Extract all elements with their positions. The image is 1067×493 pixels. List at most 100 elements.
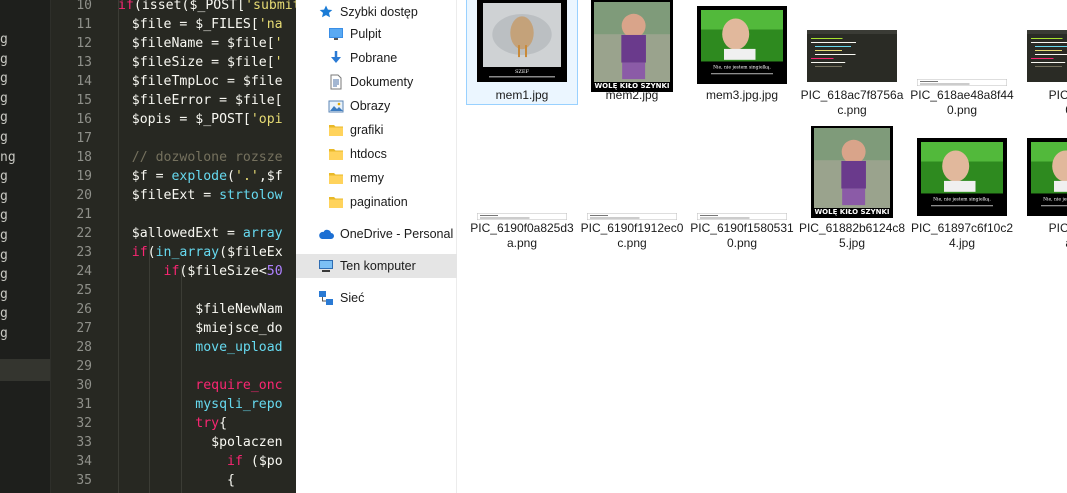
file-view[interactable]: SZEF mem1.jpg WOLĘ KIŁO SZYNKI mem2.jpg N…	[457, 0, 1067, 493]
file-tile[interactable]: PIC_6190f1912ec0c.png	[577, 124, 687, 250]
download-icon	[328, 50, 344, 66]
code-token: strtolow	[219, 188, 283, 203]
code-token: 'opi	[250, 112, 283, 127]
file-name: PIC_618	[1048, 221, 1067, 235]
file-tree-item[interactable]: ng	[0, 148, 50, 168]
nav-item-label: memy	[350, 171, 385, 185]
file-name: PIC_618ac7f8756ac.png	[800, 88, 904, 117]
code-token: require_onc	[100, 378, 283, 393]
code-line: $fileNewNam	[100, 300, 283, 319]
file-tile[interactable]: PIC_6180e	[1017, 0, 1067, 117]
nav-item-szybki-dostęp[interactable]: Szybki dostęp	[296, 0, 475, 24]
line-number: 28	[76, 340, 92, 355]
file-tree-item[interactable]: g	[0, 89, 50, 109]
file-tree-item[interactable]: g	[0, 69, 50, 89]
line-number: 32	[76, 416, 92, 431]
nav-item-label: OneDrive - Personal	[340, 227, 454, 241]
file-tree-item[interactable]: g	[0, 108, 50, 128]
file-tree-item[interactable]: g	[0, 246, 50, 266]
line-number: 15	[76, 93, 92, 108]
desktop-icon	[328, 26, 344, 42]
code-token: '.'	[235, 169, 259, 184]
code-line: if(isset($_POST['submit	[118, 0, 296, 15]
code-line: $polaczen	[100, 433, 283, 452]
file-tree-item[interactable]: g	[0, 167, 50, 187]
code-editor[interactable]: g g g g g g ng g g g g g g g g g 10 11 12 13 14 15 16 17 18 19 20…	[0, 0, 296, 493]
line-number: 20	[76, 188, 92, 203]
file-tree-item[interactable]: g	[0, 226, 50, 246]
svg-text:Nie, nie jestem singielką.: Nie, nie jestem singielką.	[933, 196, 991, 202]
code-token: // dozwolone rozsze	[100, 150, 283, 165]
cloud-icon	[318, 226, 334, 242]
code-token: in_array	[155, 245, 220, 260]
file-tile[interactable]: Nie, nie jestem singielką. mem3.jpg.jpg	[687, 0, 797, 104]
code-token: mysqli_repo	[100, 397, 283, 412]
svg-text:Nie, nie jestem singielką.: Nie, nie jestem singielką.	[713, 64, 771, 70]
file-tile[interactable]: WOLĘ KIŁO SZYNKI PIC_61882b6124c85.jpg	[797, 124, 907, 250]
code-token: if	[227, 454, 243, 469]
file-tree-item[interactable]: g	[0, 187, 50, 207]
pictures-icon	[328, 98, 344, 114]
file-tile[interactable]: PIC_6190f0a825d3a.png	[467, 124, 577, 250]
nav-item-label: grafiki	[350, 123, 384, 137]
code-line: $file = $_FILES['na	[100, 15, 283, 34]
code-token: $fileSize = $file[	[100, 55, 275, 70]
code-token: if	[131, 245, 148, 260]
file-tree-item[interactable]: g	[0, 128, 50, 148]
file-tree-selected-row[interactable]	[0, 359, 50, 381]
file-tile[interactable]: SZEF mem1.jpg	[466, 0, 578, 105]
line-number: 34	[76, 454, 92, 469]
file-tree-item[interactable]: g	[0, 304, 50, 324]
file-tree-item[interactable]: g	[0, 324, 50, 344]
file-tree-item[interactable]: g	[0, 285, 50, 305]
code-token: ($fileEx	[219, 245, 283, 260]
code-line: $fileError = $file[	[100, 91, 283, 110]
line-number: 21	[76, 207, 92, 222]
code-token: $polaczen	[100, 435, 283, 450]
code-token: $fileExt =	[100, 188, 220, 203]
file-tile[interactable]: WOLĘ KIŁO SZYNKI mem2.jpg	[577, 0, 687, 104]
code-token: explode	[171, 169, 228, 184]
code-token: array	[242, 226, 283, 241]
code-area[interactable]: if(isset($_POST['submit $file = $_FILES[…	[100, 0, 296, 493]
line-number: 11	[76, 17, 92, 32]
file-tree-item[interactable]: g	[0, 265, 50, 285]
file-tile[interactable]: PIC_618ac7f8756ac.png	[797, 0, 907, 117]
code-token: $miejsce_do	[100, 321, 283, 336]
line-number: 27	[76, 321, 92, 336]
file-tile[interactable]: Nie, nie jestem singielką. PIC_61897c6f1…	[907, 124, 1017, 250]
file-thumbnail	[807, 30, 897, 87]
navigation-pane[interactable]: Szybki dostęp Pulpit Pobrane Dokumenty Obraz…	[296, 0, 476, 493]
nav-item-label: Sieć	[340, 291, 365, 305]
code-token: ,$f	[258, 169, 283, 184]
nav-item-label: Dokumenty	[350, 75, 414, 89]
nav-item-onedrive-personal[interactable]: OneDrive - Personal	[296, 222, 475, 246]
line-number-gutter: 10 11 12 13 14 15 16 17 18 19 20 21 22 23 24 25 26 27 28 29…	[50, 0, 100, 493]
code-token: $fileNewNam	[100, 302, 283, 317]
line-number: 29	[76, 359, 92, 374]
file-tree-item[interactable]: g	[0, 50, 50, 70]
file-tile[interactable]: Nie, nie jestem singielką. PIC_618a8	[1017, 124, 1067, 250]
nav-item-ten-komputer[interactable]: Ten komputer	[296, 254, 475, 278]
code-line: if ($po	[100, 452, 283, 471]
file-tile[interactable]: PIC_6190f15805310.png	[687, 124, 797, 250]
file-tree-panel[interactable]: g g g g g g ng g g g g g g g g g	[0, 0, 51, 493]
svg-text:SZEF: SZEF	[515, 69, 530, 75]
code-token: [	[237, 0, 246, 13]
file-name: PIC_61897c6f10c24.jpg	[910, 221, 1014, 250]
file-name: PIC_618ae48a8f440.png	[910, 88, 1014, 117]
code-token: $fileError = $file[	[100, 93, 283, 108]
code-token: '	[274, 55, 283, 70]
nav-item-sieć[interactable]: Sieć	[296, 286, 475, 310]
code-line: $fileName = $file['	[100, 34, 283, 53]
file-name: PIC_61882b6124c85.jpg	[798, 221, 906, 250]
file-tree-item[interactable]: g	[0, 206, 50, 226]
file-tree-item[interactable]: g	[0, 30, 50, 50]
file-tile[interactable]: PIC_618ae48a8f440.png	[907, 0, 1017, 117]
code-token: $fileName = $file[	[100, 36, 275, 51]
code-token: (isset(	[133, 0, 190, 13]
code-token: {	[100, 473, 235, 488]
folder-icon	[328, 194, 344, 210]
line-number: 31	[76, 397, 92, 412]
